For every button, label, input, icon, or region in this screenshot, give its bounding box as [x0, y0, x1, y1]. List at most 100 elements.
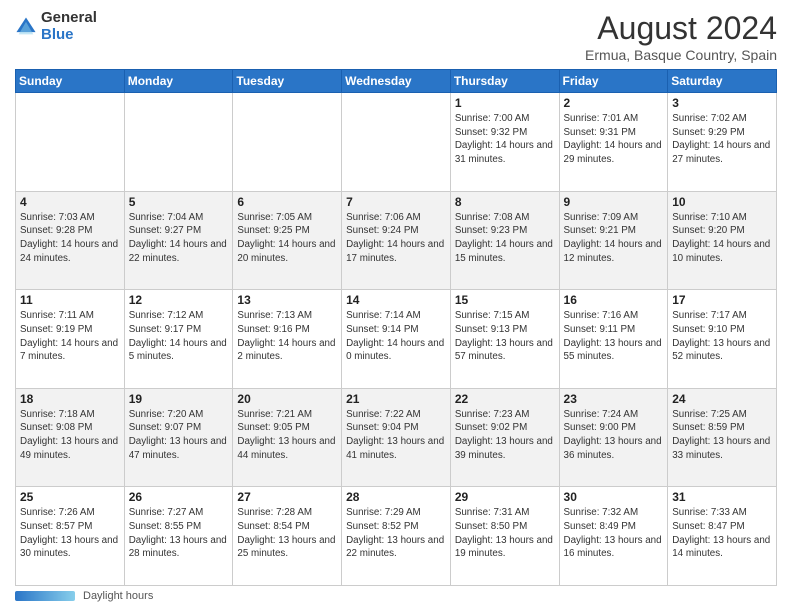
day-number: 11	[20, 293, 120, 307]
day-header-wednesday: Wednesday	[342, 70, 451, 93]
day-number: 29	[455, 490, 555, 504]
calendar-cell: 8Sunrise: 7:08 AMSunset: 9:23 PMDaylight…	[450, 191, 559, 290]
day-number: 15	[455, 293, 555, 307]
day-info: Sunrise: 7:33 AMSunset: 8:47 PMDaylight:…	[672, 506, 772, 561]
day-header-saturday: Saturday	[668, 70, 777, 93]
calendar-cell: 7Sunrise: 7:06 AMSunset: 9:24 PMDaylight…	[342, 191, 451, 290]
calendar-header: SundayMondayTuesdayWednesdayThursdayFrid…	[16, 70, 777, 93]
day-number: 30	[564, 490, 664, 504]
calendar-cell: 18 Sunrise: 7:18 AMSunset: 9:08 PMDayligh…	[16, 388, 125, 487]
week-row-3: 18 Sunrise: 7:18 AMSunset: 9:08 PMDayligh…	[16, 388, 777, 487]
day-number: 2	[564, 96, 664, 110]
day-number: 20	[237, 392, 337, 406]
day-info: Sunrise: 7:00 AMSunset: 9:32 PMDaylight:…	[455, 112, 555, 167]
calendar-cell: 23 Sunrise: 7:24 AMSunset: 9:00 PMDayligh…	[559, 388, 668, 487]
day-info: Sunrise: 7:01 AMSunset: 9:31 PMDaylight:…	[564, 112, 664, 167]
day-number: 16	[564, 293, 664, 307]
day-number: 4	[20, 195, 120, 209]
day-number: 5	[129, 195, 229, 209]
day-info: Sunrise: 7:24 AMSunset: 9:00 PMDaylight:…	[564, 408, 664, 463]
day-number: 22	[455, 392, 555, 406]
calendar-cell: 13 Sunrise: 7:13 AMSunset: 9:16 PMDayligh…	[233, 290, 342, 389]
day-number: 19	[129, 392, 229, 406]
day-info: Sunrise: 7:05 AMSunset: 9:25 PMDaylight:…	[237, 211, 337, 266]
calendar-cell: 10Sunrise: 7:10 AMSunset: 9:20 PMDayligh…	[668, 191, 777, 290]
calendar-cell	[16, 93, 125, 192]
day-number: 18	[20, 392, 120, 406]
day-number: 25	[20, 490, 120, 504]
day-number: 17	[672, 293, 772, 307]
day-info: Sunrise: 7:17 AMSunset: 9:10 PMDaylight:…	[672, 309, 772, 364]
day-info: Sunrise: 7:06 AMSunset: 9:24 PMDaylight:…	[346, 211, 446, 266]
day-info: Sunrise: 7:11 AMSunset: 9:19 PMDaylight:…	[20, 309, 120, 364]
day-info: Sunrise: 7:23 AMSunset: 9:02 PMDaylight:…	[455, 408, 555, 463]
day-number: 23	[564, 392, 664, 406]
day-number: 9	[564, 195, 664, 209]
calendar-cell: 30 Sunrise: 7:32 AMSunset: 8:49 PMDayligh…	[559, 487, 668, 586]
calendar-table: SundayMondayTuesdayWednesdayThursdayFrid…	[15, 69, 777, 586]
day-number: 6	[237, 195, 337, 209]
calendar-cell: 24 Sunrise: 7:25 AMSunset: 8:59 PMDayligh…	[668, 388, 777, 487]
day-number: 8	[455, 195, 555, 209]
calendar-cell	[124, 93, 233, 192]
calendar-cell: 12Sunrise: 7:12 AMSunset: 9:17 PMDayligh…	[124, 290, 233, 389]
day-number: 12	[129, 293, 229, 307]
day-info: Sunrise: 7:26 AMSunset: 8:57 PMDaylight:…	[20, 506, 120, 561]
day-number: 3	[672, 96, 772, 110]
calendar-cell: 1Sunrise: 7:00 AMSunset: 9:32 PMDaylight…	[450, 93, 559, 192]
day-number: 13	[237, 293, 337, 307]
day-header-sunday: Sunday	[16, 70, 125, 93]
calendar-cell: 19Sunrise: 7:20 AMSunset: 9:07 PMDayligh…	[124, 388, 233, 487]
day-header-monday: Monday	[124, 70, 233, 93]
day-info: Sunrise: 7:29 AMSunset: 8:52 PMDaylight:…	[346, 506, 446, 561]
day-info: Sunrise: 7:02 AMSunset: 9:29 PMDaylight:…	[672, 112, 772, 167]
week-row-4: 25 Sunrise: 7:26 AMSunset: 8:57 PMDayligh…	[16, 487, 777, 586]
title-block: August 2024 Ermua, Basque Country, Spain	[585, 10, 777, 63]
day-info: Sunrise: 7:25 AMSunset: 8:59 PMDaylight:…	[672, 408, 772, 463]
calendar-cell: 29Sunrise: 7:31 AMSunset: 8:50 PMDayligh…	[450, 487, 559, 586]
day-number: 31	[672, 490, 772, 504]
day-info: Sunrise: 7:14 AMSunset: 9:14 PMDaylight:…	[346, 309, 446, 364]
days-of-week-row: SundayMondayTuesdayWednesdayThursdayFrid…	[16, 70, 777, 93]
day-number: 28	[346, 490, 446, 504]
day-info: Sunrise: 7:09 AMSunset: 9:21 PMDaylight:…	[564, 211, 664, 266]
day-info: Sunrise: 7:32 AMSunset: 8:49 PMDaylight:…	[564, 506, 664, 561]
calendar-cell: 27Sunrise: 7:28 AMSunset: 8:54 PMDayligh…	[233, 487, 342, 586]
footer: Daylight hours	[15, 590, 777, 602]
day-number: 10	[672, 195, 772, 209]
calendar-cell: 4 Sunrise: 7:03 AMSunset: 9:28 PMDaylight…	[16, 191, 125, 290]
day-number: 24	[672, 392, 772, 406]
day-info: Sunrise: 7:28 AMSunset: 8:54 PMDaylight:…	[237, 506, 337, 561]
calendar-cell: 9 Sunrise: 7:09 AMSunset: 9:21 PMDaylight…	[559, 191, 668, 290]
day-number: 21	[346, 392, 446, 406]
day-header-tuesday: Tuesday	[233, 70, 342, 93]
calendar-cell: 5Sunrise: 7:04 AMSunset: 9:27 PMDaylight…	[124, 191, 233, 290]
logo: General Blue	[15, 10, 97, 43]
calendar-cell: 26Sunrise: 7:27 AMSunset: 8:55 PMDayligh…	[124, 487, 233, 586]
day-info: Sunrise: 7:16 AMSunset: 9:11 PMDaylight:…	[564, 309, 664, 364]
day-info: Sunrise: 7:18 AMSunset: 9:08 PMDaylight:…	[20, 408, 120, 463]
logo-general: General	[41, 10, 97, 27]
logo-icon	[15, 16, 37, 38]
header: General Blue August 2024 Ermua, Basque C…	[15, 10, 777, 63]
day-info: Sunrise: 7:21 AMSunset: 9:05 PMDaylight:…	[237, 408, 337, 463]
day-info: Sunrise: 7:13 AMSunset: 9:16 PMDaylight:…	[237, 309, 337, 364]
calendar-cell: 17 Sunrise: 7:17 AMSunset: 9:10 PMDayligh…	[668, 290, 777, 389]
week-row-1: 4 Sunrise: 7:03 AMSunset: 9:28 PMDaylight…	[16, 191, 777, 290]
day-header-friday: Friday	[559, 70, 668, 93]
logo-blue: Blue	[41, 27, 97, 44]
calendar-cell: 25 Sunrise: 7:26 AMSunset: 8:57 PMDayligh…	[16, 487, 125, 586]
calendar-cell: 22 Sunrise: 7:23 AMSunset: 9:02 PMDayligh…	[450, 388, 559, 487]
day-info: Sunrise: 7:03 AMSunset: 9:28 PMDaylight:…	[20, 211, 120, 266]
calendar-cell: 2 Sunrise: 7:01 AMSunset: 9:31 PMDaylight…	[559, 93, 668, 192]
calendar-cell: 11 Sunrise: 7:11 AMSunset: 9:19 PMDayligh…	[16, 290, 125, 389]
calendar-cell: 3 Sunrise: 7:02 AMSunset: 9:29 PMDaylight…	[668, 93, 777, 192]
calendar-cell	[342, 93, 451, 192]
calendar-cell: 16 Sunrise: 7:16 AMSunset: 9:11 PMDayligh…	[559, 290, 668, 389]
day-number: 26	[129, 490, 229, 504]
calendar-cell: 14Sunrise: 7:14 AMSunset: 9:14 PMDayligh…	[342, 290, 451, 389]
daylight-bar	[15, 591, 75, 601]
day-header-thursday: Thursday	[450, 70, 559, 93]
week-row-2: 11 Sunrise: 7:11 AMSunset: 9:19 PMDayligh…	[16, 290, 777, 389]
daylight-label: Daylight hours	[83, 590, 153, 602]
